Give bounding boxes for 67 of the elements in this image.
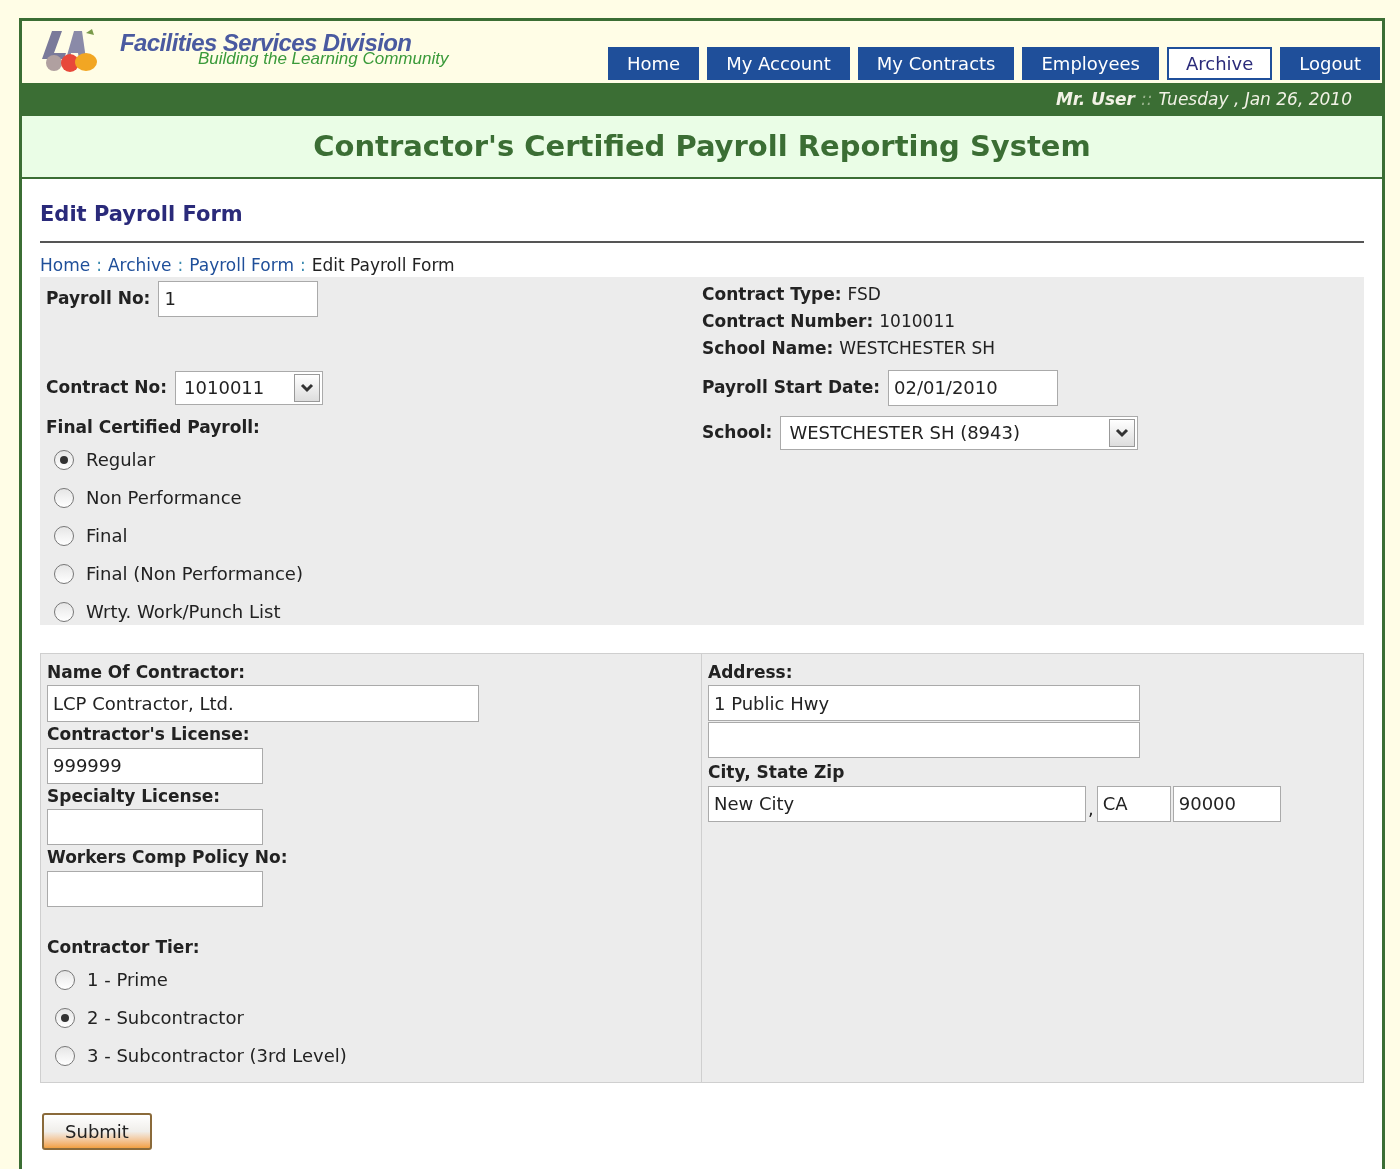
input-field[interactable]: LCP Contractor, Ltd. — [47, 685, 479, 722]
field-label: Final Certified Payroll: — [46, 415, 261, 439]
nav-tab[interactable]: My Account — [707, 47, 850, 80]
field-label: Contractor's License: — [47, 723, 251, 746]
input-field[interactable] — [47, 870, 263, 907]
breadcrumb-link[interactable]: Archive — [107, 254, 172, 275]
breadcrumb-link[interactable]: Home — [40, 254, 91, 275]
info-label: Contract Type: — [702, 282, 842, 306]
radio-label: 3 - Subcontractor (3rd Level) — [87, 1044, 347, 1068]
dropdown-field[interactable]: 1010011 — [175, 370, 324, 405]
breadcrumb-current: Edit Payroll Form — [311, 254, 455, 275]
radio-label: Regular — [86, 448, 156, 472]
radio-label: Final (Non Performance) — [86, 562, 303, 586]
field-label: Name Of Contractor: — [47, 660, 246, 684]
input-field[interactable]: 999999 — [47, 747, 263, 784]
user-name: Mr. User — [1055, 87, 1135, 111]
radio-button[interactable] — [54, 449, 74, 470]
system-title: Contractor's Certified Payroll Reporting System — [313, 127, 1091, 165]
info-label: Contract Number: — [702, 309, 874, 333]
field-label: Payroll No: — [46, 286, 151, 310]
radio-button[interactable] — [54, 563, 74, 584]
field-label: City, State Zip — [708, 761, 846, 784]
info-value: FSD — [847, 282, 881, 306]
breadcrumb-link[interactable]: Payroll Form — [189, 254, 294, 275]
separator: :: — [1140, 87, 1153, 111]
state-field[interactable]: CA — [1096, 785, 1171, 822]
input-field[interactable]: 1 Public Hwy — [708, 685, 1140, 721]
input-field[interactable]: 02/01/2010 — [888, 369, 1058, 406]
breadcrumb-separator: : — [177, 254, 184, 275]
current-date: Tuesday , Jan 26, 2010 — [1158, 87, 1352, 111]
radio-button[interactable] — [54, 487, 74, 508]
input-field[interactable] — [708, 722, 1140, 758]
field-label: Contractor Tier: — [47, 935, 201, 959]
field-label: Contract No: — [46, 375, 168, 399]
comma: , — [1088, 796, 1094, 821]
zip-field[interactable]: 90000 — [1172, 785, 1281, 822]
radio-button[interactable] — [54, 601, 74, 622]
radio-label: Wrty. Work/Punch List — [86, 600, 281, 624]
radio-label: 2 - Subcontractor — [87, 1006, 244, 1030]
input-field[interactable] — [47, 809, 263, 845]
city-field[interactable]: New City — [708, 785, 1086, 822]
info-label: School Name: — [702, 336, 834, 360]
radio-label: Non Performance — [86, 486, 242, 510]
radio-button[interactable] — [55, 1045, 75, 1066]
breadcrumb-separator: : — [299, 254, 306, 275]
submit-button[interactable]: Submit — [42, 1112, 152, 1150]
nav-tab[interactable]: Home — [608, 47, 700, 80]
dropdown-field[interactable]: WESTCHESTER SH (8943) — [780, 415, 1139, 450]
field-label: Payroll Start Date: — [702, 375, 880, 399]
input-field[interactable]: 1 — [158, 280, 319, 317]
radio-label: 1 - Prime — [87, 968, 168, 992]
nav-tab[interactable]: My Contracts — [857, 47, 1015, 80]
nav-tab[interactable]: Employees — [1022, 47, 1159, 80]
info-value: 1010011 — [879, 309, 955, 333]
field-label: Address: — [708, 660, 794, 684]
radio-button[interactable] — [55, 1007, 75, 1028]
info-value: WESTCHESTER SH — [839, 336, 996, 360]
breadcrumb-separator: : — [96, 254, 102, 275]
radio-label: Final — [86, 524, 128, 548]
nav-tab[interactable]: Archive — [1167, 47, 1273, 80]
radio-button[interactable] — [54, 525, 74, 546]
field-label: Specialty License: — [47, 784, 222, 808]
field-label: School: — [702, 420, 773, 444]
radio-button[interactable] — [55, 969, 75, 990]
field-label: Workers Comp Policy No: — [47, 846, 289, 869]
page-title: Edit Payroll Form — [40, 199, 1364, 243]
nav-tab[interactable]: Logout — [1280, 47, 1380, 80]
